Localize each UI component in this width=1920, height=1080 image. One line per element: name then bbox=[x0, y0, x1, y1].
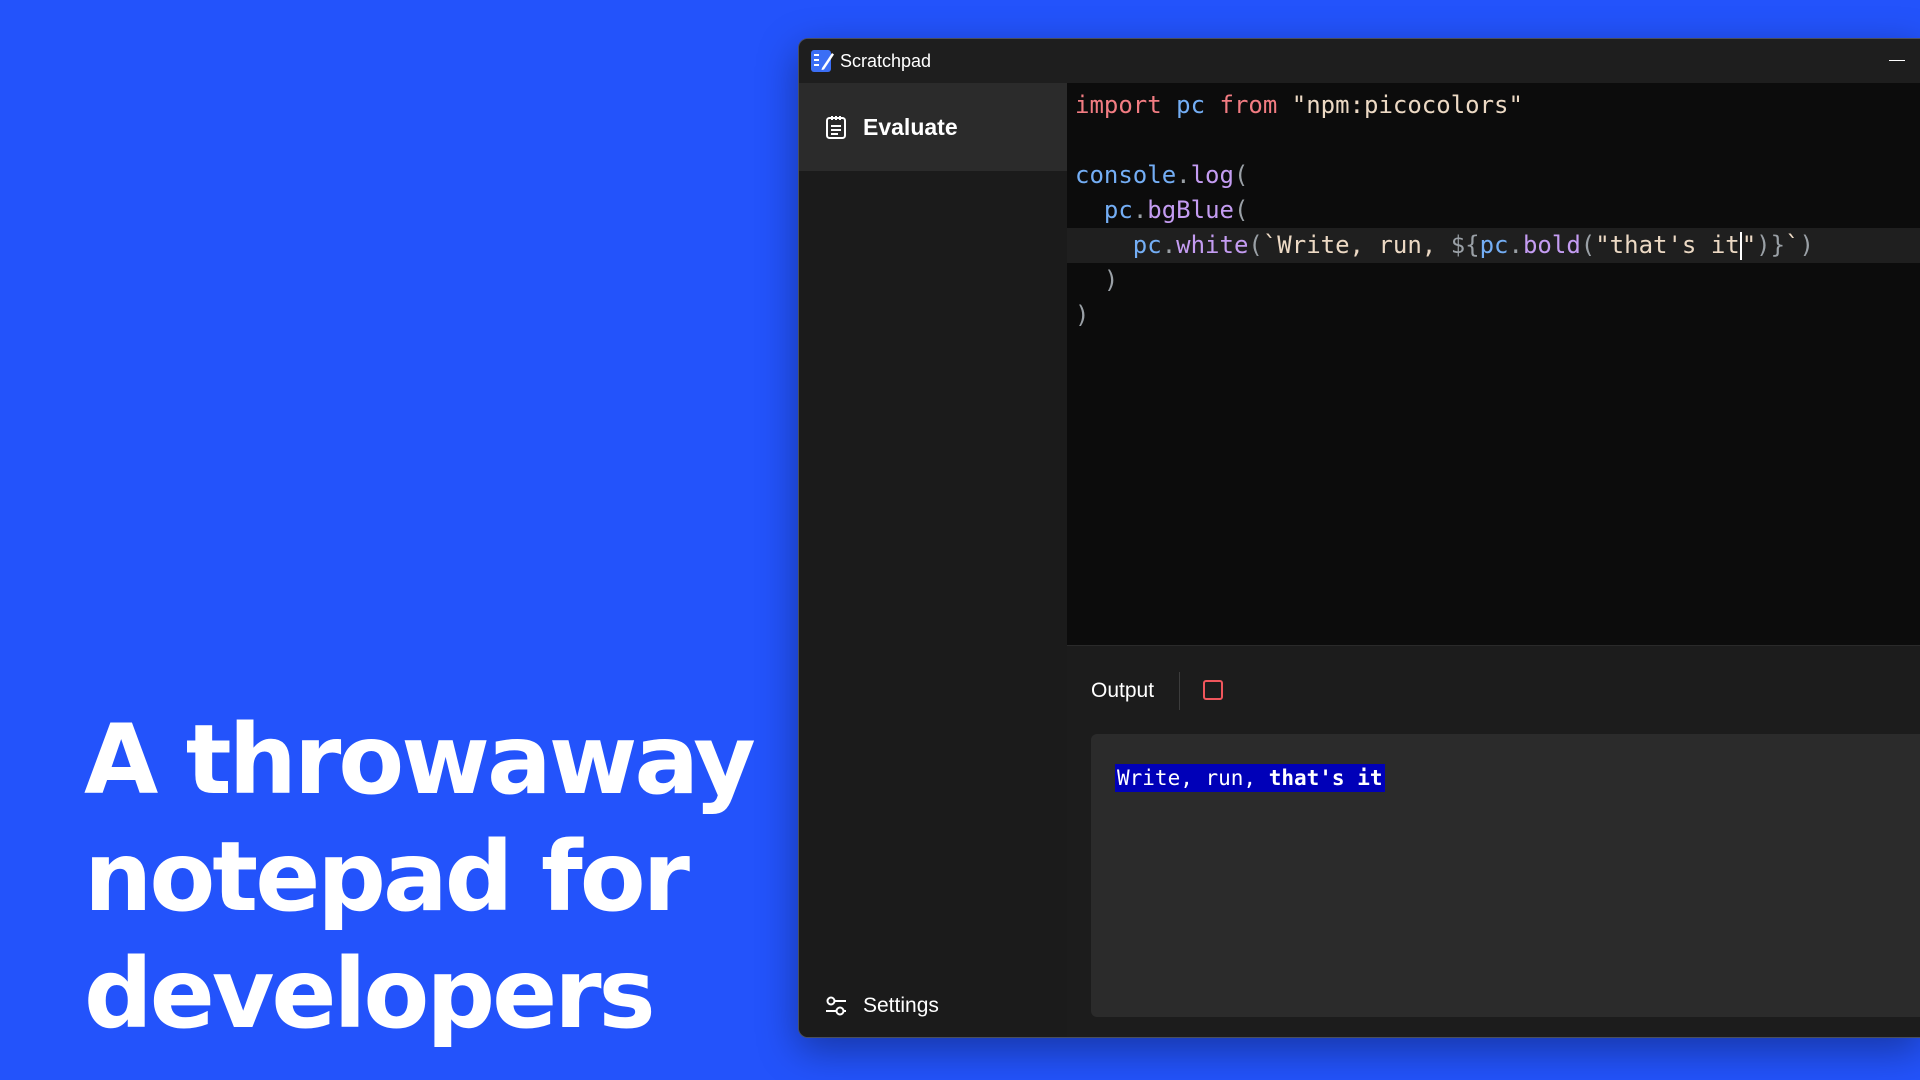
code-line-1[interactable]: import pc from "npm:picocolors" bbox=[1067, 88, 1920, 123]
code-line-6[interactable]: ) bbox=[1067, 263, 1920, 298]
code-token: log bbox=[1190, 161, 1234, 189]
code-line-7[interactable]: ) bbox=[1067, 298, 1920, 333]
hero-line-1: A throwaway bbox=[84, 704, 756, 816]
output-text-bold: that's it bbox=[1268, 766, 1383, 790]
divider bbox=[1179, 672, 1180, 710]
hero-line-2: notepad for bbox=[84, 821, 690, 933]
code-editor[interactable]: import pc from "npm:picocolors" console.… bbox=[1067, 83, 1920, 645]
code-token: from bbox=[1219, 91, 1278, 119]
code-token: white bbox=[1176, 231, 1249, 259]
code-token: bgBlue bbox=[1147, 196, 1234, 224]
code-token: `Write, run, bbox=[1262, 231, 1451, 259]
clipboard-icon bbox=[826, 116, 846, 139]
hero-line-3: developers bbox=[84, 938, 656, 1050]
app-window: Scratchpad Evaluate Settings import pc f… bbox=[798, 38, 1920, 1038]
sidebar-item-evaluate[interactable]: Evaluate bbox=[799, 83, 1067, 171]
code-token: "that's it bbox=[1595, 231, 1740, 259]
minimize-button[interactable] bbox=[1875, 39, 1920, 83]
output-text-plain: Write, run, bbox=[1117, 766, 1269, 790]
code-token: ( bbox=[1233, 196, 1249, 224]
code-token: ${ bbox=[1450, 231, 1480, 259]
code-token: . bbox=[1132, 196, 1148, 224]
code-line-4[interactable]: pc.bgBlue( bbox=[1067, 193, 1920, 228]
code-token: "npm:picocolors" bbox=[1291, 91, 1523, 119]
hero-headline: A throwaway notepad for developers bbox=[84, 702, 764, 1053]
code-line-2[interactable] bbox=[1067, 123, 1920, 158]
code-line-5-active[interactable]: pc.white(`Write, run, ${pc.bold("that's … bbox=[1067, 228, 1920, 263]
code-token: . bbox=[1508, 231, 1523, 259]
sidebar: Evaluate Settings bbox=[799, 83, 1067, 1037]
code-line-3[interactable]: console.log( bbox=[1067, 158, 1920, 193]
code-token: pc bbox=[1132, 231, 1162, 259]
sidebar-item-label: Evaluate bbox=[863, 114, 958, 140]
code-token: bold bbox=[1522, 231, 1581, 259]
sidebar-item-settings[interactable]: Settings bbox=[799, 975, 1067, 1037]
app-logo-icon bbox=[811, 50, 834, 72]
code-token: ) bbox=[1075, 301, 1090, 329]
sliders-icon bbox=[826, 996, 846, 1016]
window-title: Scratchpad bbox=[840, 51, 932, 71]
code-token: pc bbox=[1479, 231, 1509, 259]
code-token: )} bbox=[1756, 231, 1786, 259]
code-token: ( bbox=[1248, 231, 1263, 259]
code-token: " bbox=[1741, 231, 1757, 259]
code-token: ` bbox=[1785, 231, 1800, 259]
output-console[interactable]: Write, run, that's it bbox=[1091, 734, 1920, 1017]
code-token: ( bbox=[1580, 231, 1596, 259]
code-token: pc bbox=[1176, 91, 1206, 119]
code-token: ) bbox=[1799, 231, 1814, 259]
output-text: Write, run, that's it bbox=[1115, 764, 1385, 792]
output-label: Output bbox=[1091, 679, 1155, 702]
stop-button[interactable] bbox=[1203, 680, 1223, 700]
code-token: pc bbox=[1103, 196, 1133, 224]
code-token: console bbox=[1075, 161, 1177, 189]
code-token: . bbox=[1176, 161, 1191, 189]
settings-label: Settings bbox=[863, 994, 939, 1017]
code-token: ( bbox=[1233, 161, 1249, 189]
output-panel: Output Write, run, that's it bbox=[1067, 645, 1920, 1037]
code-token: . bbox=[1161, 231, 1177, 259]
code-token: ) bbox=[1103, 266, 1119, 294]
minimize-icon bbox=[1889, 60, 1905, 61]
code-token: import bbox=[1075, 91, 1162, 119]
title-bar[interactable]: Scratchpad bbox=[799, 39, 1920, 83]
